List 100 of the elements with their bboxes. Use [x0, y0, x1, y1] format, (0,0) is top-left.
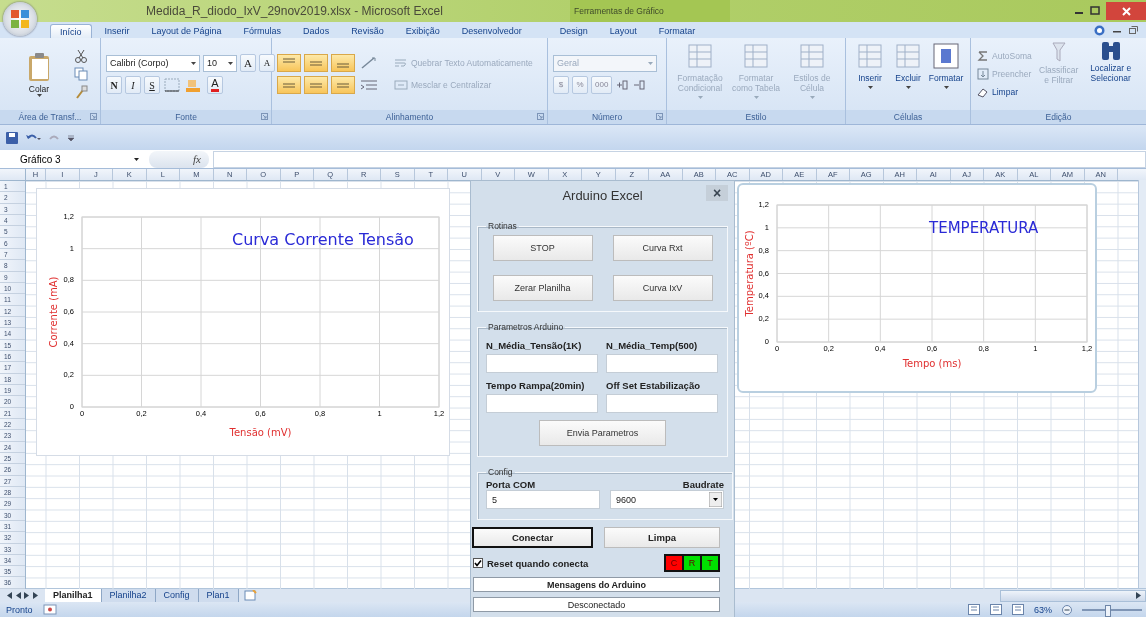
ribbon-tab[interactable]: Formatar — [649, 24, 705, 38]
chart-title: TEMPERATURA — [929, 219, 1039, 237]
restore-icon[interactable] — [1129, 26, 1138, 34]
dialog-launcher-icon[interactable] — [90, 113, 97, 120]
ribbon-command[interactable]: Limpar — [977, 86, 1032, 98]
increase-decimal-icon[interactable] — [615, 77, 630, 92]
brush-icon[interactable] — [74, 85, 88, 99]
sheet-tab[interactable]: Planilha1 — [45, 589, 102, 602]
ribbon-tab[interactable]: Inserir — [95, 24, 139, 38]
baudrate-dropdown[interactable]: 9600 — [610, 490, 724, 509]
macro-record-icon[interactable] — [42, 604, 57, 615]
paste-button[interactable]: Colar — [18, 51, 60, 97]
bold-button[interactable]: N — [106, 76, 122, 94]
led-indicator: C — [666, 556, 682, 570]
zoom-level[interactable]: 63% — [1034, 604, 1052, 615]
ribbon-tab[interactable]: Layout de Página — [142, 24, 231, 38]
axis-title: Tensão (mV) — [229, 427, 292, 438]
borders-icon[interactable] — [163, 77, 181, 93]
page-break-icon[interactable] — [1012, 604, 1024, 615]
previous-sheet-icon[interactable] — [15, 592, 21, 599]
formula-input[interactable] — [213, 150, 1146, 168]
align-icon — [283, 82, 295, 88]
ribbon-tab[interactable]: Layout — [600, 24, 646, 38]
checkbox[interactable] — [473, 558, 483, 568]
input-field[interactable] — [486, 394, 598, 413]
dialog-button[interactable]: STOP — [492, 235, 593, 261]
dialog-button[interactable]: Curva Rxt — [612, 235, 713, 261]
ribbon-button[interactable]: Inserir — [852, 42, 888, 89]
vertical-scrollbar[interactable] — [1138, 180, 1146, 588]
clear-button[interactable]: Limpa — [604, 527, 720, 548]
next-sheet-icon[interactable] — [24, 592, 30, 599]
grow-font-button[interactable]: A — [240, 54, 256, 72]
caret-icon — [867, 86, 873, 89]
dialog-launcher-icon[interactable] — [537, 113, 544, 120]
scroll-right-icon[interactable] — [1136, 592, 1142, 599]
frame-label: Rotinas — [487, 221, 518, 231]
underline-button[interactable]: S — [144, 76, 160, 94]
caret-icon — [191, 61, 196, 65]
caret-icon — [809, 96, 815, 99]
dialog-launcher-icon[interactable] — [261, 113, 268, 120]
insert-function-button[interactable]: fx — [149, 150, 209, 168]
dialog-launcher-icon[interactable] — [656, 113, 663, 120]
zoom-out-icon[interactable] — [1062, 604, 1072, 615]
ribbon-tab[interactable]: Início — [50, 24, 92, 38]
font-color-button[interactable]: A — [207, 76, 223, 94]
group-label: Área de Transf... — [18, 112, 82, 122]
dialog-button[interactable]: Curva IxV — [612, 275, 713, 301]
field-label: N_Média_Tensão(1K) — [486, 340, 583, 351]
last-sheet-icon[interactable] — [33, 592, 39, 599]
axis-title: Temperatura (ºC) — [744, 230, 755, 317]
input-field[interactable] — [606, 394, 718, 413]
sheet-tab[interactable]: Plan1 — [198, 589, 239, 602]
status-text: Pronto — [6, 604, 33, 615]
indent-icon[interactable] — [358, 77, 380, 93]
copy-icon[interactable] — [74, 67, 88, 81]
checkbox-label: Reset quando conecta — [487, 557, 589, 569]
ribbon-button[interactable]: Localizar e Selecionar — [1085, 42, 1136, 83]
decrease-decimal-icon[interactable] — [632, 77, 647, 92]
normal-view-icon[interactable] — [968, 604, 980, 615]
customize-icon[interactable] — [67, 133, 75, 142]
ribbon-button[interactable]: Excluir — [890, 42, 926, 89]
insert-sheet-icon[interactable] — [242, 590, 259, 601]
close-button[interactable]: × — [706, 185, 728, 201]
input-field[interactable] — [486, 354, 598, 373]
group-label: Estilo — [745, 112, 767, 122]
ribbon-button[interactable]: Formatar — [928, 42, 964, 89]
frame-label: Parametros Arduino — [487, 322, 565, 332]
sheet-tab[interactable]: Planilha2 — [101, 589, 156, 602]
input-field[interactable] — [606, 354, 718, 373]
ribbon-tab[interactable]: Design — [550, 24, 597, 38]
page-layout-icon[interactable] — [990, 604, 1002, 615]
port-field[interactable]: 5 — [486, 490, 600, 509]
field-label: Off Set Estabilização — [606, 380, 701, 391]
ribbon-tab[interactable]: Exibição — [396, 24, 449, 38]
sheet-tab[interactable]: Config — [155, 589, 199, 602]
align-icon — [337, 63, 349, 68]
first-sheet-icon[interactable] — [6, 592, 12, 599]
window-title: Medida_R_diodo_IxV_29nov2019.xlsx - Microsoft Excel — [146, 4, 443, 18]
font-size-field[interactable]: 10 — [203, 54, 237, 72]
scissors-icon[interactable] — [74, 49, 88, 63]
connect-button[interactable]: Conectar — [472, 527, 593, 548]
dialog-button[interactable]: Zerar Planilha — [492, 275, 593, 301]
ribbon-tab[interactable]: Desenvolvedor — [452, 24, 531, 38]
horizontal-scrollbar[interactable] — [1000, 589, 1146, 602]
ribbon-tab[interactable]: Dados — [294, 24, 339, 38]
send-button[interactable]: Envia Parametros — [539, 420, 666, 446]
close-button[interactable] — [1106, 2, 1146, 20]
caret-icon — [36, 93, 42, 97]
name-box[interactable]: Gráfico 3 — [0, 149, 145, 169]
caret-icon — [753, 96, 759, 99]
italic-button[interactable]: I — [125, 76, 141, 94]
table-format-icon — [742, 42, 770, 70]
maximize-icon[interactable] — [1090, 6, 1100, 16]
save-icon[interactable] — [6, 131, 18, 144]
zoom-slider-thumb[interactable] — [1105, 604, 1112, 617]
font-name-field[interactable]: Calibri (Corpo) — [106, 54, 200, 72]
shrink-font-button[interactable]: A — [259, 54, 275, 72]
ribbon-tab[interactable]: Revisão — [342, 24, 393, 38]
ribbon-tab[interactable]: Fórmulas — [234, 24, 291, 38]
help-icon[interactable] — [1094, 24, 1105, 36]
